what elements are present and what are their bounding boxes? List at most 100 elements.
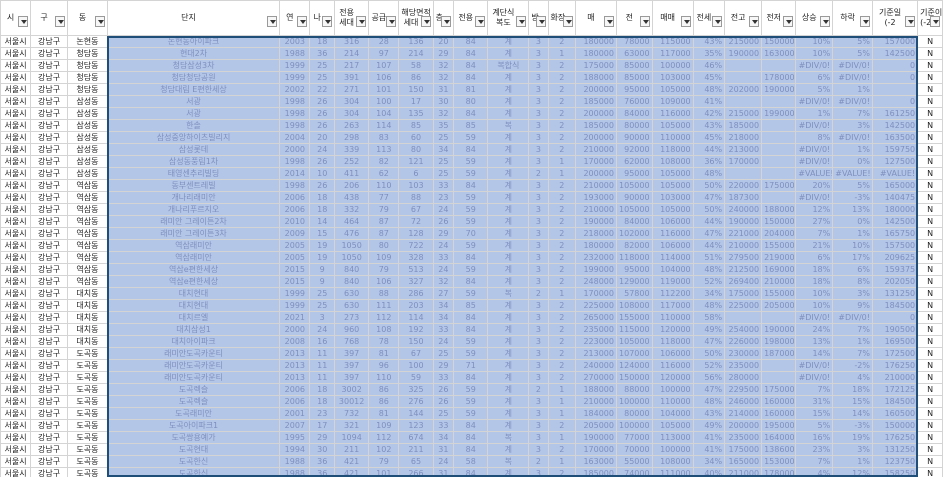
table-cell[interactable]: 강남구 xyxy=(30,95,69,108)
table-cell[interactable]: 51% xyxy=(692,251,726,264)
table-cell[interactable]: 청담동 xyxy=(67,59,108,72)
table-cell[interactable]: 195000 xyxy=(761,419,797,432)
table-cell[interactable]: 3 xyxy=(528,215,549,228)
table-cell[interactable]: 246000 xyxy=(724,395,763,408)
table-cell[interactable]: 22 xyxy=(309,83,336,96)
table-cell[interactable]: N xyxy=(917,203,943,216)
table-cell[interactable]: 1988 xyxy=(279,467,311,477)
table-cell[interactable]: 84 xyxy=(453,431,489,444)
table-cell[interactable]: 62 xyxy=(368,167,400,180)
table-cell[interactable]: 12% xyxy=(795,203,834,216)
table-cell[interactable]: 58 xyxy=(453,455,489,468)
filter-dropdown-icon[interactable] xyxy=(680,16,691,27)
table-cell[interactable]: 170000 xyxy=(574,287,617,300)
table-cell[interactable]: 84000 xyxy=(615,215,653,228)
table-cell[interactable]: 210000 xyxy=(574,179,617,192)
table-cell[interactable]: 서울시 xyxy=(0,47,32,60)
table-cell[interactable]: 6% xyxy=(795,71,834,84)
table-cell[interactable]: 193000 xyxy=(574,191,617,204)
table-cell[interactable]: 26 xyxy=(309,95,336,108)
table-cell[interactable]: 16% xyxy=(795,431,834,444)
table-cell[interactable]: 10% xyxy=(832,239,873,252)
table-cell[interactable]: 3 xyxy=(528,227,549,240)
table-cell[interactable]: 214 xyxy=(334,47,370,60)
table-cell[interactable]: 2000 xyxy=(279,143,311,156)
table-cell[interactable]: 2 xyxy=(547,443,576,456)
table-cell[interactable]: 복 xyxy=(487,455,530,468)
table-cell[interactable]: 서울시 xyxy=(0,95,32,108)
table-cell[interactable]: 래미안도곡카운티 xyxy=(106,359,281,372)
table-cell[interactable]: 43% xyxy=(692,35,726,48)
table-cell[interactable]: 150000 xyxy=(761,35,797,48)
table-cell[interactable]: 84 xyxy=(453,311,489,324)
table-cell[interactable]: 33 xyxy=(432,371,455,384)
table-cell[interactable]: 214000 xyxy=(724,407,763,420)
table-cell[interactable]: 2013 xyxy=(279,359,311,372)
table-cell[interactable]: 계 xyxy=(487,371,530,384)
table-cell[interactable]: #DIV/0! xyxy=(832,95,873,108)
table-cell[interactable]: 84 xyxy=(453,323,489,336)
table-cell[interactable]: 2 xyxy=(547,191,576,204)
table-cell[interactable]: 11 xyxy=(309,371,336,384)
table-cell[interactable]: 187000 xyxy=(761,347,797,360)
table-cell[interactable]: 삼성중앙하이츠빌리지 xyxy=(106,131,281,144)
table-cell[interactable]: 2 xyxy=(547,71,576,84)
table-cell[interactable]: 3 xyxy=(528,95,549,108)
table-cell[interactable]: 105000 xyxy=(615,203,653,216)
table-cell[interactable]: 280000 xyxy=(724,371,763,384)
table-cell[interactable]: 1% xyxy=(832,83,873,96)
table-cell[interactable]: 271 xyxy=(334,83,370,96)
column-header-3[interactable]: 단지 xyxy=(106,0,281,36)
table-cell[interactable]: 438 xyxy=(334,191,370,204)
table-cell[interactable]: 32 xyxy=(432,59,455,72)
table-cell[interactable]: 삼성롯데 xyxy=(106,143,281,156)
table-cell[interactable]: 강남구 xyxy=(30,431,69,444)
table-cell[interactable]: 3 xyxy=(528,83,549,96)
table-cell[interactable]: 14% xyxy=(795,347,834,360)
table-cell[interactable]: 169000 xyxy=(761,263,797,276)
table-cell[interactable]: 210000 xyxy=(574,143,617,156)
table-cell[interactable]: 5% xyxy=(832,47,873,60)
table-cell[interactable]: 0% xyxy=(832,215,873,228)
table-cell[interactable]: 106000 xyxy=(651,215,694,228)
table-cell[interactable]: 25 xyxy=(432,167,455,180)
table-cell[interactable]: 1 xyxy=(547,47,576,60)
table-cell[interactable]: N xyxy=(917,299,943,312)
table-cell[interactable]: 29 xyxy=(309,431,336,444)
table-cell[interactable]: 40% xyxy=(692,467,726,477)
table-cell[interactable]: 3 xyxy=(528,203,549,216)
table-cell[interactable]: 19% xyxy=(832,431,873,444)
table-cell[interactable]: 150 xyxy=(398,335,434,348)
table-cell[interactable]: #DIV/0! xyxy=(795,191,834,204)
table-cell[interactable]: 3 xyxy=(528,191,549,204)
column-header-14[interactable]: 매 xyxy=(574,0,617,36)
table-cell[interactable]: 3 xyxy=(528,59,549,72)
table-cell[interactable]: 3 xyxy=(528,35,549,48)
table-cell[interactable]: 1 xyxy=(547,167,576,180)
table-cell[interactable]: 190500 xyxy=(871,323,919,336)
table-cell[interactable]: 28 xyxy=(368,35,400,48)
table-cell[interactable]: 강남구 xyxy=(30,35,69,48)
table-cell[interactable] xyxy=(761,371,797,384)
table-cell[interactable]: 14% xyxy=(832,407,873,420)
table-cell[interactable]: 100 xyxy=(398,359,434,372)
table-cell[interactable]: 1 xyxy=(547,383,576,396)
table-cell[interactable]: 도곡동 xyxy=(67,455,108,468)
table-cell[interactable]: -2% xyxy=(832,359,873,372)
table-cell[interactable]: 135 xyxy=(398,107,434,120)
table-cell[interactable]: 59 xyxy=(453,167,489,180)
table-cell[interactable]: 86 xyxy=(368,383,400,396)
table-cell[interactable]: 200000 xyxy=(724,419,763,432)
table-cell[interactable]: 18 xyxy=(309,35,336,48)
table-cell[interactable]: 1998 xyxy=(279,119,311,132)
table-cell[interactable]: 198000 xyxy=(761,335,797,348)
table-cell[interactable] xyxy=(761,155,797,168)
table-cell[interactable]: 6% xyxy=(832,263,873,276)
table-cell[interactable]: 59 xyxy=(453,263,489,276)
table-cell[interactable]: 270000 xyxy=(574,371,617,384)
table-cell[interactable]: 210000 xyxy=(871,371,919,384)
table-cell[interactable]: 82000 xyxy=(615,239,653,252)
table-cell[interactable]: 2021 xyxy=(279,311,311,324)
table-cell[interactable]: 강남구 xyxy=(30,119,69,132)
table-cell[interactable]: N xyxy=(917,419,943,432)
